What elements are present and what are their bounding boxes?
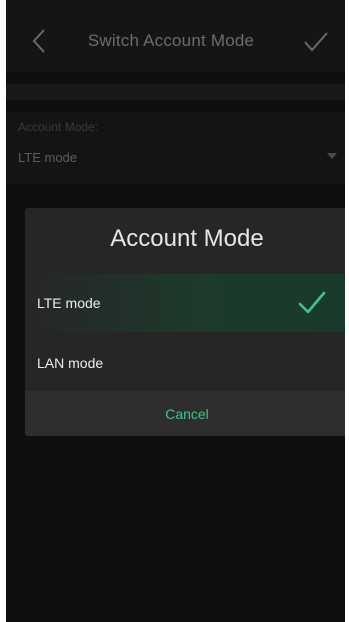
page-title: Switch Account Mode: [87, 31, 255, 50]
app-screen: Switch Account Mode Account Mode: LTE mo…: [6, 0, 345, 622]
account-mode-field[interactable]: Account Mode: LTE mode: [6, 112, 345, 184]
divider: [6, 84, 345, 100]
confirm-button[interactable]: [302, 28, 330, 56]
account-mode-dialog: Account Mode LTE mode LAN mode Cancel: [25, 208, 345, 436]
check-icon: [298, 291, 326, 314]
dialog-title: Account Mode: [110, 225, 264, 252]
account-mode-value: LTE mode: [18, 150, 78, 165]
caret-down-icon: [327, 153, 337, 159]
option-label: LTE mode: [37, 295, 101, 311]
back-button[interactable]: [26, 26, 52, 56]
check-icon: [304, 32, 328, 52]
option-lte-mode[interactable]: LTE mode: [25, 274, 345, 332]
chevron-left-icon: [32, 29, 45, 53]
top-bar: Switch Account Mode: [6, 0, 345, 72]
option-lan-mode[interactable]: LAN mode: [25, 334, 345, 392]
account-mode-label: Account Mode:: [18, 120, 99, 134]
cancel-button[interactable]: Cancel: [25, 391, 345, 436]
option-label: LAN mode: [37, 355, 104, 371]
